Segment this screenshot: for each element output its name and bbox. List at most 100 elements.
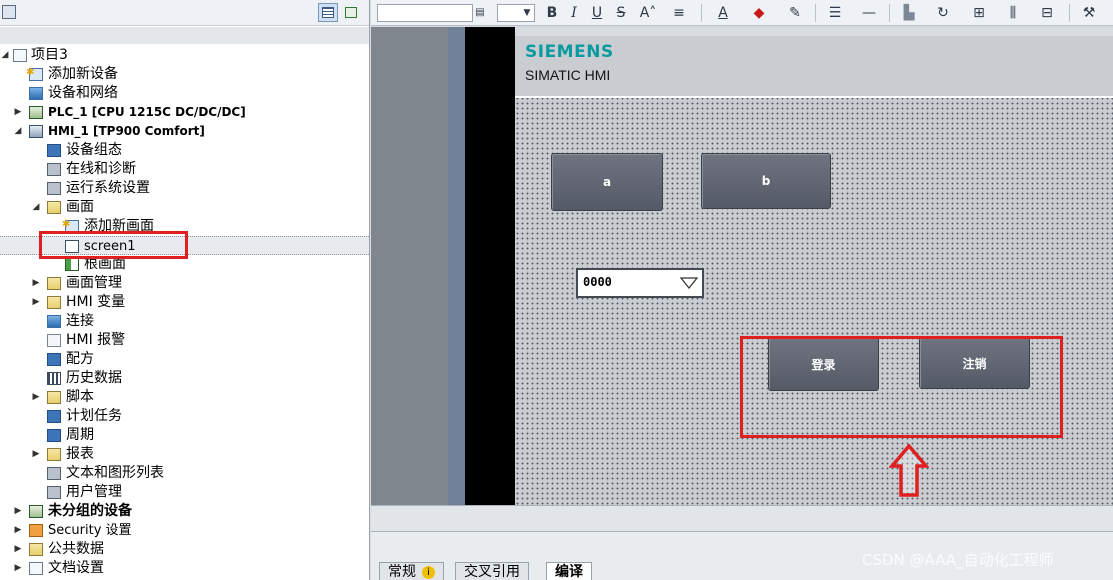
ungrouped-devices-icon — [29, 505, 43, 518]
io-field-value: 0000 — [583, 275, 612, 289]
tree-item-label: 设备和网络 — [48, 85, 118, 101]
collapse-arrow-icon[interactable]: ◢ — [31, 198, 41, 217]
tab-cross-reference[interactable]: 交叉引用 — [455, 562, 529, 580]
tree-item-label: 计划任务 — [66, 408, 122, 424]
tree-item-hmi-tags[interactable]: ▶ HMI 变量 — [0, 293, 369, 312]
font-family-select[interactable] — [377, 4, 473, 22]
text-graphics-list-icon — [47, 467, 61, 480]
tree-item-runtime-settings[interactable]: 运行系统设置 — [0, 179, 369, 198]
tree-item-security-settings[interactable]: ▶ Security 设置 — [0, 521, 369, 540]
tree-item-label: 项目3 — [31, 47, 68, 63]
connection-icon — [47, 315, 61, 328]
overview-button[interactable] — [341, 3, 361, 22]
symbolic-io-field[interactable]: 0000 — [576, 268, 704, 298]
tree-item-scheduled-tasks[interactable]: 计划任务 — [0, 407, 369, 426]
tree-item-text-graphic-lists[interactable]: 文本和图形列表 — [0, 464, 369, 483]
strikethrough-icon[interactable]: S — [613, 3, 629, 23]
plc-icon — [29, 106, 43, 119]
watermark: CSDN @AAA_自动化工程师 — [862, 551, 1054, 569]
runtime-settings-icon — [47, 182, 61, 195]
canvas-margin — [371, 27, 448, 505]
tree-item-label: 历史数据 — [66, 370, 122, 386]
tree-item-label: 报表 — [66, 446, 94, 462]
network-icon — [29, 87, 43, 100]
line-style-icon[interactable]: — — [857, 3, 881, 23]
tree-item-plc[interactable]: ▶ PLC_1 [CPU 1215C DC/DC/DC] — [0, 103, 369, 122]
tree-item-reports[interactable]: ▶ 报表 — [0, 445, 369, 464]
history-icon — [47, 372, 61, 385]
fill-color-icon[interactable]: ◆ — [747, 3, 771, 23]
tree-item-connections[interactable]: 连接 — [0, 312, 369, 331]
expand-arrow-icon[interactable]: ▶ — [13, 559, 23, 578]
tree-item-ungrouped-devices[interactable]: ▶ 未分组的设备 — [0, 502, 369, 521]
line-width-icon[interactable]: ☰ — [823, 3, 847, 23]
tree-item-device-config[interactable]: 设备组态 — [0, 141, 369, 160]
tree-device-icon[interactable] — [2, 5, 16, 19]
italic-icon[interactable]: I — [566, 3, 582, 23]
dropdown-arrow-icon[interactable] — [680, 277, 698, 289]
tree-item-common-data[interactable]: ▶ 公共数据 — [0, 540, 369, 559]
expand-arrow-icon[interactable]: ▶ — [31, 388, 41, 407]
tab-general[interactable]: 常规 i — [379, 562, 444, 580]
tree-item-hmi[interactable]: ◢ HMI_1 [TP900 Comfort] — [0, 122, 369, 141]
collapse-arrow-icon[interactable]: ◢ — [13, 122, 23, 141]
hmi-button-b[interactable]: b — [701, 153, 831, 209]
hmi-button-a[interactable]: a — [551, 153, 663, 211]
tree-item-project[interactable]: ◢ 项目3 — [0, 46, 369, 65]
rotate-icon[interactable]: ↻ — [931, 3, 955, 23]
expand-arrow-icon[interactable]: ▶ — [31, 445, 41, 464]
expand-arrow-icon[interactable]: ▶ — [13, 103, 23, 122]
hmi-device-icon — [29, 125, 43, 138]
line-color-icon[interactable]: ✎ — [783, 3, 807, 23]
format-painter-icon[interactable]: ⚒ — [1077, 3, 1101, 23]
chevron-down-icon[interactable]: ▼ — [521, 3, 533, 23]
tree-item-historical-data[interactable]: 历史数据 — [0, 369, 369, 388]
expand-arrow-icon[interactable]: ▶ — [31, 274, 41, 293]
details-view-button[interactable] — [318, 3, 338, 22]
recipe-icon — [47, 353, 61, 366]
align-icon[interactable]: ≡ — [669, 3, 689, 23]
tree-item-scripts[interactable]: ▶ 脚本 — [0, 388, 369, 407]
tree-item-screen-management[interactable]: ▶ 画面管理 — [0, 274, 369, 293]
expand-arrow-icon[interactable]: ▶ — [13, 540, 23, 559]
tree-item-screens[interactable]: ◢ 画面 — [0, 198, 369, 217]
tree-item-label: 文本和图形列表 — [66, 465, 164, 481]
cycle-icon — [47, 429, 61, 442]
distribute-icon[interactable]: ⫼ — [1001, 3, 1025, 23]
tree-item-hmi-alarms[interactable]: HMI 报警 — [0, 331, 369, 350]
editor-status-bar — [371, 505, 1113, 531]
tree-item-label: 画面管理 — [66, 275, 122, 291]
tab-compile[interactable]: 编译 — [546, 562, 592, 580]
arrange-icon[interactable]: ▙ — [897, 3, 921, 23]
tree-item-label: 用户管理 — [66, 484, 122, 500]
folder-icon — [47, 391, 61, 404]
underline-icon[interactable]: U — [589, 3, 605, 23]
tree-item-label: 脚本 — [66, 389, 94, 405]
tree-item-label: 文档设置 — [48, 560, 104, 576]
tree-item-document-settings[interactable]: ▶ 文档设置 — [0, 559, 369, 578]
tree-item-online-diagnostics[interactable]: 在线和诊断 — [0, 160, 369, 179]
tree-item-devices-networks[interactable]: 设备和网络 — [0, 84, 369, 103]
diagnostics-icon — [47, 163, 61, 176]
tree-item-add-device[interactable]: 添加新设备 — [0, 63, 369, 84]
font-color-icon[interactable]: A — [711, 3, 735, 23]
expand-arrow-icon[interactable]: ▶ — [13, 521, 23, 540]
align-objects-icon[interactable]: ⊞ — [967, 3, 991, 23]
same-size-icon[interactable]: ⊟ — [1035, 3, 1059, 23]
screen-editor: ▤ ▼ B I U S A˄ ≡ A ◆ ✎ ☰ — ▙ ↻ ⊞ ⫼ ⊟ ⚒ S… — [371, 0, 1113, 580]
project-tree-toolbar — [0, 0, 369, 26]
expand-arrow-icon[interactable]: ▶ — [31, 293, 41, 312]
tree-item-user-admin[interactable]: 用户管理 — [0, 483, 369, 502]
info-icon: i — [422, 565, 435, 579]
folder-icon — [47, 448, 61, 461]
tree-item-cycles[interactable]: 周期 — [0, 426, 369, 445]
hmi-subtitle: SIMATIC HMI — [525, 67, 611, 83]
tree-item-recipes[interactable]: 配方 — [0, 350, 369, 369]
bold-icon[interactable]: B — [544, 3, 560, 23]
collapse-arrow-icon[interactable]: ◢ — [0, 46, 10, 65]
superscript-icon[interactable]: A˄ — [637, 3, 659, 23]
tree-item-label: PLC_1 [CPU 1215C DC/DC/DC] — [48, 105, 246, 119]
font-list-icon[interactable]: ▤ — [474, 3, 486, 23]
tree-item-label: 在线和诊断 — [66, 161, 136, 177]
expand-arrow-icon[interactable]: ▶ — [13, 502, 23, 521]
